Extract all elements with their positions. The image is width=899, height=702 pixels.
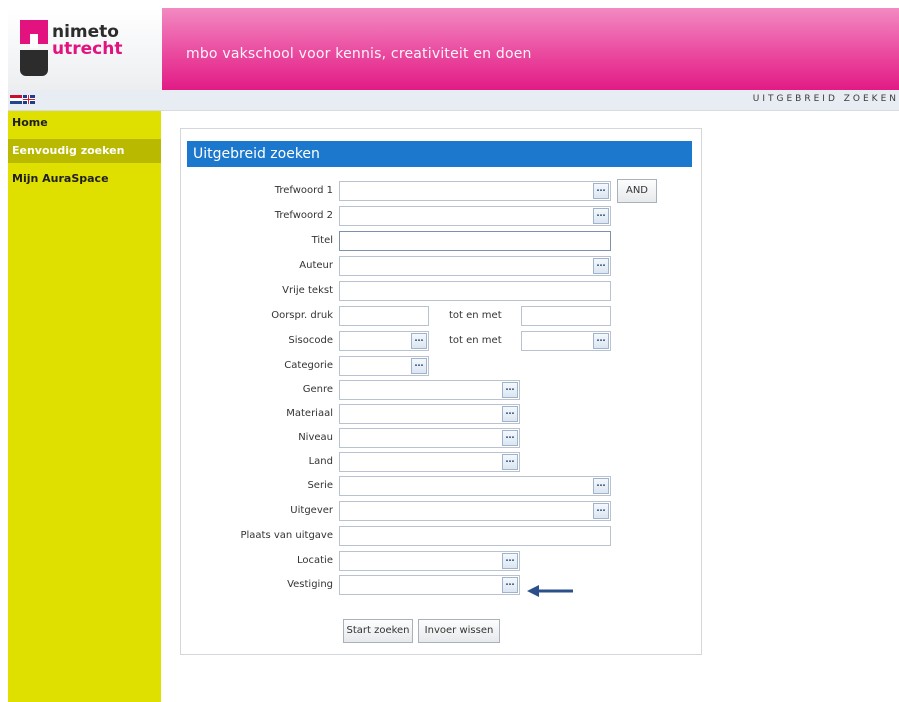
label-sisocode: Sisocode [288, 335, 333, 346]
land-input[interactable] [339, 452, 520, 472]
label-locatie: Locatie [297, 555, 333, 566]
sidebar-item-eenvoudig-zoeken[interactable]: Eenvoudig zoeken [8, 139, 161, 163]
label-tot-en-met: tot en met [449, 335, 502, 346]
trefwoord1-input[interactable] [339, 181, 611, 201]
auteur-lookup-button[interactable]: … [593, 258, 609, 274]
header: nimeto utrecht mbo vakschool voor kennis… [8, 8, 899, 90]
label-trefwoord1: Trefwoord 1 [274, 185, 333, 196]
titel-input[interactable] [339, 231, 611, 251]
row-trefwoord1: Trefwoord 1 … AND [181, 179, 701, 203]
label-trefwoord2: Trefwoord 2 [274, 210, 333, 221]
label-plaats-van-uitgave: Plaats van uitgave [240, 530, 333, 541]
label-uitgever: Uitgever [290, 505, 333, 516]
row-uitgever: Uitgever … [181, 501, 701, 523]
locatie-lookup-button[interactable]: … [502, 553, 518, 569]
header-banner: mbo vakschool voor kennis, creativiteit … [162, 8, 899, 90]
land-lookup-button[interactable]: … [502, 454, 518, 470]
label-vestiging: Vestiging [287, 579, 333, 590]
panel-title: Uitgebreid zoeken [187, 141, 692, 167]
row-serie: Serie … [181, 476, 701, 498]
page-breadcrumb: UITGEBREID ZOEKEN [752, 94, 899, 104]
auteur-input[interactable] [339, 256, 611, 276]
trefwoord2-lookup-button[interactable]: … [593, 208, 609, 224]
row-auteur: Auteur … [181, 256, 701, 278]
trefwoord1-lookup-button[interactable]: … [593, 183, 609, 199]
serie-lookup-button[interactable]: … [593, 478, 609, 494]
genre-lookup-button[interactable]: … [502, 382, 518, 398]
oorspr-druk-to-input[interactable] [521, 306, 611, 326]
trefwoord2-input[interactable] [339, 206, 611, 226]
uitgever-lookup-button[interactable]: … [593, 503, 609, 519]
row-genre: Genre … [181, 380, 701, 402]
materiaal-input[interactable] [339, 404, 520, 424]
sub-header-bar: UITGEBREID ZOEKEN [8, 90, 899, 111]
row-plaats-van-uitgave: Plaats van uitgave [181, 526, 701, 548]
genre-input[interactable] [339, 380, 520, 400]
vestiging-input[interactable] [339, 575, 520, 595]
row-vrije-tekst: Vrije tekst [181, 281, 701, 303]
label-tot-en-met: tot en met [449, 310, 502, 321]
clear-input-button[interactable]: Invoer wissen [418, 619, 500, 643]
label-oorspr-druk: Oorspr. druk [271, 310, 333, 321]
row-sisocode: Sisocode … tot en met … [181, 331, 701, 353]
oorspr-druk-from-input[interactable] [339, 306, 429, 326]
plaats-van-uitgave-input[interactable] [339, 526, 611, 546]
niveau-lookup-button[interactable]: … [502, 430, 518, 446]
dutch-flag-icon[interactable] [10, 95, 22, 104]
start-search-button[interactable]: Start zoeken [343, 619, 413, 643]
uk-flag-icon[interactable] [23, 95, 35, 104]
uitgever-input[interactable] [339, 501, 611, 521]
materiaal-lookup-button[interactable]: … [502, 406, 518, 422]
sidebar-item-home[interactable]: Home [8, 111, 161, 135]
label-materiaal: Materiaal [286, 408, 333, 419]
label-categorie: Categorie [284, 360, 333, 371]
row-oorspr-druk: Oorspr. druk tot en met [181, 306, 701, 328]
row-trefwoord2: Trefwoord 2 … [181, 206, 701, 228]
row-titel: Titel [181, 231, 701, 253]
logo[interactable]: nimeto utrecht [8, 8, 162, 90]
serie-input[interactable] [339, 476, 611, 496]
row-categorie: Categorie … [181, 356, 701, 378]
niveau-input[interactable] [339, 428, 520, 448]
label-niveau: Niveau [298, 432, 333, 443]
sisocode-to-lookup-button[interactable]: … [593, 333, 609, 349]
logo-mark-icon [20, 20, 48, 76]
annotation-arrow-icon [527, 585, 573, 597]
row-niveau: Niveau … [181, 428, 701, 450]
label-vrije-tekst: Vrije tekst [282, 285, 333, 296]
label-auteur: Auteur [299, 260, 333, 271]
tagline: mbo vakschool voor kennis, creativiteit … [186, 46, 532, 62]
vestiging-lookup-button[interactable]: … [502, 577, 518, 593]
label-titel: Titel [311, 235, 333, 246]
categorie-lookup-button[interactable]: … [411, 358, 427, 374]
label-serie: Serie [307, 480, 333, 491]
row-materiaal: Materiaal … [181, 404, 701, 426]
and-operator-button[interactable]: AND [617, 179, 657, 203]
sisocode-from-lookup-button[interactable]: … [411, 333, 427, 349]
label-land: Land [308, 456, 333, 467]
vrije-tekst-input[interactable] [339, 281, 611, 301]
logo-text-utrecht: utrecht [52, 39, 123, 59]
search-panel: Uitgebreid zoeken Trefwoord 1 … AND Tref… [180, 128, 702, 655]
label-genre: Genre [302, 384, 333, 395]
sidebar: Home Eenvoudig zoeken Mijn AuraSpace [8, 111, 161, 702]
row-vestiging: Vestiging … [181, 575, 701, 597]
locatie-input[interactable] [339, 551, 520, 571]
row-locatie: Locatie … [181, 551, 701, 573]
row-land: Land … [181, 452, 701, 474]
sidebar-item-mijn-auraspace[interactable]: Mijn AuraSpace [8, 167, 161, 191]
